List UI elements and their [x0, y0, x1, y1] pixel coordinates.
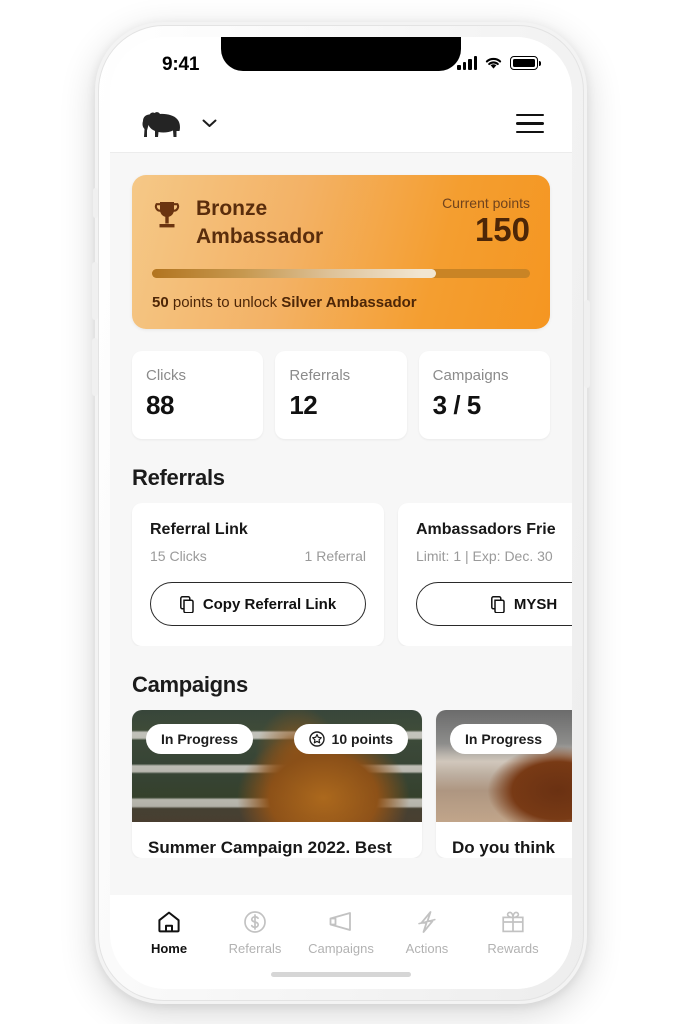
copy-referral-link-button[interactable]: Copy Referral Link — [150, 582, 366, 627]
campaign-card[interactable]: In Progress Do you think — [436, 710, 572, 859]
tab-actions[interactable]: Actions — [384, 909, 470, 989]
tier-progress-note: 50 points to unlock Silver Ambassador — [152, 294, 530, 311]
stat-label: Referrals — [289, 367, 351, 385]
tier-name-line-2: Ambassador — [196, 224, 324, 248]
tier-progress-fill — [152, 269, 436, 279]
campaign-card[interactable]: In Progress 10 points Summer Campaign 20… — [132, 710, 422, 859]
megaphone-icon — [329, 912, 351, 931]
referral-card-title: Referral Link — [150, 521, 248, 539]
horses-outdoors-photo: In Progress — [436, 710, 572, 823]
tab-label: Campaigns — [308, 941, 374, 956]
stat-card-clicks[interactable]: Clicks 88 — [132, 351, 264, 440]
notch — [221, 37, 461, 71]
tier-card-top-row: Bronze Ambassador Current points 150 — [152, 195, 530, 250]
campaign-status-badge: In Progress — [146, 724, 254, 755]
bottom-tab-bar: Home Referrals Campaigns Actions Rewards — [110, 895, 572, 989]
tab-label: Rewards — [487, 941, 539, 956]
status-time: 9:41 — [162, 54, 200, 75]
status-bar: 9:41 — [110, 37, 572, 95]
ambassador-tier-card[interactable]: Bronze Ambassador Current points 150 50 … — [132, 175, 550, 330]
silent-switch[interactable] — [93, 188, 98, 218]
tab-label: Home — [150, 941, 188, 956]
referral-count: 1 Referral — [304, 548, 366, 565]
lightning-bolt-icon — [418, 911, 436, 933]
referral-card-title: Ambassadors Frie — [416, 521, 556, 539]
battery-icon — [510, 56, 541, 70]
dollar-circle-icon — [244, 911, 266, 933]
copy-referral-link-label: Copy Referral Link — [202, 595, 337, 613]
campaign-points-label: 10 points — [331, 731, 393, 748]
volume-up-button[interactable] — [92, 262, 98, 320]
referral-card[interactable]: Referral Link 15 Clicks 1 Referral Copy … — [132, 503, 384, 647]
points-needed-value: 50 — [152, 294, 169, 312]
campaign-points-badge: 10 points — [293, 724, 408, 755]
tab-referrals[interactable]: Referrals — [212, 909, 298, 989]
stat-value: 3 / 5 — [432, 390, 482, 421]
status-icons — [457, 56, 541, 70]
trophy-icon — [154, 202, 180, 228]
hamburger-menu-icon[interactable] — [516, 113, 544, 134]
stat-card-referrals[interactable]: Referrals 12 — [275, 351, 407, 440]
star-badge-icon — [308, 731, 325, 748]
referral-limit-expiry: Limit: 1 | Exp: Dec. 30 — [416, 548, 553, 565]
referrals-section-title: Referrals — [132, 465, 225, 491]
stat-label: Campaigns — [432, 367, 509, 385]
current-points-block: Current points 150 — [442, 195, 530, 248]
tab-label: Referrals — [228, 941, 282, 956]
tab-rewards[interactable]: Rewards — [470, 909, 556, 989]
copy-icon — [490, 595, 505, 613]
campaigns-carousel[interactable]: In Progress 10 points Summer Campaign 20… — [110, 710, 572, 859]
gift-icon — [502, 911, 524, 933]
horse-in-stable-photo: In Progress 10 points — [132, 710, 422, 823]
campaigns-section-title: Campaigns — [132, 672, 248, 698]
tab-campaigns[interactable]: Campaigns — [298, 909, 384, 989]
current-points-value: 150 — [474, 211, 530, 248]
app-header — [110, 95, 572, 153]
wifi-icon — [485, 57, 502, 69]
bear-logo — [142, 111, 180, 137]
points-needed-text: points to unlock — [168, 294, 282, 312]
tier-progress-bar — [152, 269, 530, 279]
referral-card-meta: Limit: 1 | Exp: Dec. 30 — [416, 548, 572, 564]
stats-row: Clicks 88 Referrals 12 Campaigns 3 / 5 — [132, 351, 550, 440]
referrals-carousel[interactable]: Referral Link 15 Clicks 1 Referral Copy … — [110, 503, 572, 647]
copy-coupon-code-label: MYSH — [513, 595, 558, 613]
referral-clicks: 15 Clicks — [150, 548, 207, 565]
stat-value: 12 — [289, 390, 318, 421]
copy-icon — [179, 595, 194, 613]
home-indicator[interactable] — [271, 972, 411, 977]
referral-card-meta: 15 Clicks 1 Referral — [150, 548, 366, 564]
campaign-badge-row: In Progress — [450, 724, 572, 755]
power-button[interactable] — [584, 300, 590, 388]
stat-label: Clicks — [146, 367, 186, 385]
main-scroll-area[interactable]: Bronze Ambassador Current points 150 50 … — [110, 153, 572, 895]
stat-value: 88 — [146, 390, 174, 421]
campaign-title: Do you think — [452, 838, 555, 858]
home-icon — [158, 911, 180, 933]
volume-down-button[interactable] — [92, 338, 98, 396]
tab-home[interactable]: Home — [126, 909, 212, 989]
campaign-badge-row: In Progress 10 points — [146, 724, 408, 755]
current-points-label: Current points — [442, 195, 530, 211]
stat-card-campaigns[interactable]: Campaigns 3 / 5 — [418, 351, 550, 440]
tab-label: Actions — [405, 941, 449, 956]
next-tier-name: Silver Ambassador — [281, 294, 417, 312]
referral-card[interactable]: Ambassadors Frie Limit: 1 | Exp: Dec. 30… — [398, 503, 572, 647]
chevron-down-icon — [202, 119, 216, 127]
campaign-title: Summer Campaign 2022. Best — [148, 838, 392, 858]
cellular-signal-icon — [457, 56, 477, 70]
phone-screen: 9:41 Bronze Ambassador Current points 15… — [110, 37, 572, 989]
brand-dropdown-button[interactable] — [198, 113, 220, 135]
campaign-status-badge: In Progress — [450, 724, 558, 755]
copy-coupon-code-button[interactable]: MYSH — [416, 582, 572, 627]
tier-name-line-1: Bronze — [196, 197, 268, 220]
tier-name: Bronze Ambassador — [196, 195, 323, 250]
